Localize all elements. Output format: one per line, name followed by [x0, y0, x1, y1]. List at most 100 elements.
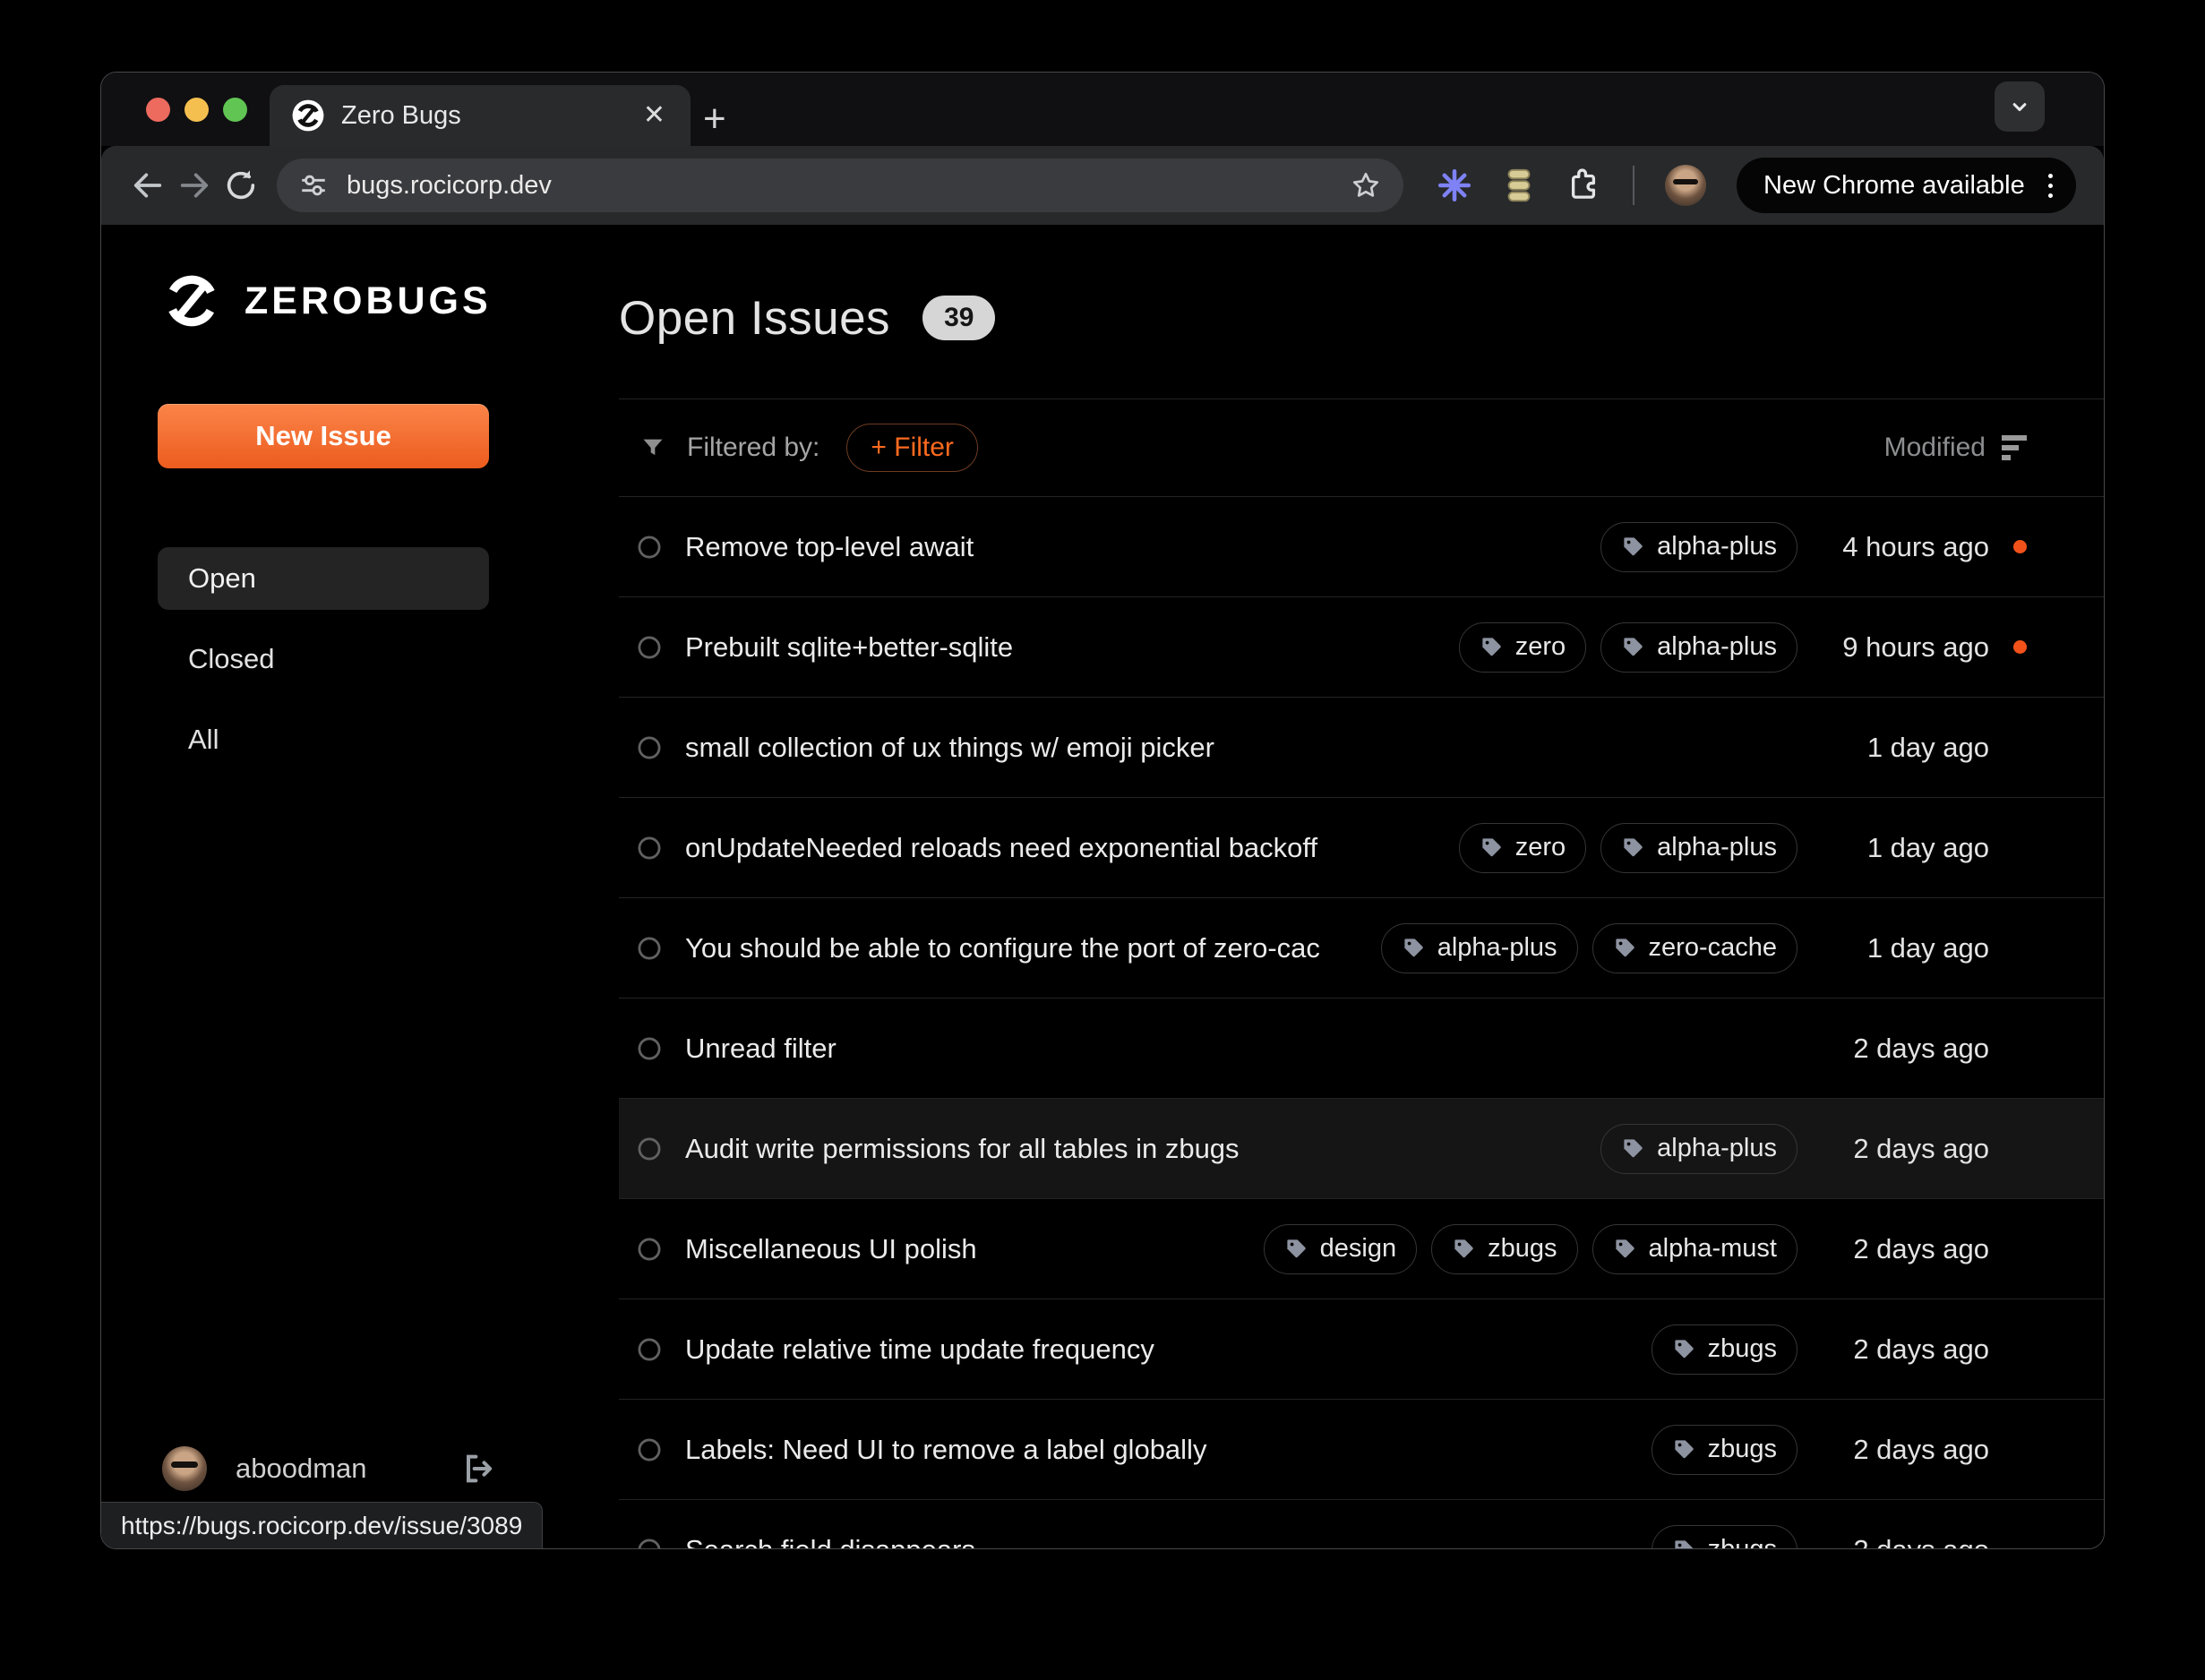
open-issue-status-icon[interactable]	[637, 1237, 662, 1262]
tag-icon	[1621, 1136, 1645, 1161]
back-button[interactable]	[124, 162, 171, 209]
issue-title[interactable]: Audit write permissions for all tables i…	[685, 1133, 1600, 1165]
open-issue-status-icon[interactable]	[637, 735, 662, 760]
issue-title[interactable]: You should be able to configure the port…	[685, 932, 1381, 964]
reload-button[interactable]	[218, 162, 264, 209]
label-pill[interactable]: zbugs	[1652, 1425, 1797, 1475]
forward-button[interactable]	[171, 162, 218, 209]
sort-label: Modified	[1884, 433, 1986, 463]
issue-title[interactable]: onUpdateNeeded reloads need exponential …	[685, 832, 1459, 864]
minimize-window-button[interactable]	[184, 98, 209, 122]
issue-row[interactable]: Miscellaneous UI polish design zbugs alp…	[619, 1199, 2104, 1299]
label-pill[interactable]: alpha-plus	[1600, 1124, 1797, 1174]
label-pill[interactable]: alpha-plus	[1600, 522, 1797, 572]
issue-row[interactable]: Unread filter 2 days ago	[619, 999, 2104, 1099]
open-issue-status-icon[interactable]	[637, 1538, 662, 1550]
issue-title[interactable]: Prebuilt sqlite+better-sqlite	[685, 631, 1459, 664]
label-pill[interactable]: zero-cache	[1592, 923, 1797, 973]
issue-labels: alpha-plus	[1600, 522, 1797, 572]
new-chrome-button[interactable]: New Chrome available	[1737, 158, 2076, 213]
issue-row[interactable]: Search field disappears zbugs 2 days ago	[619, 1500, 2104, 1549]
menu-kebab-icon[interactable]	[2041, 174, 2060, 198]
issue-title[interactable]: small collection of ux things w/ emoji p…	[685, 732, 1797, 764]
label-pill[interactable]: design	[1264, 1224, 1417, 1274]
issue-row[interactable]: Audit write permissions for all tables i…	[619, 1099, 2104, 1199]
issue-row[interactable]: onUpdateNeeded reloads need exponential …	[619, 798, 2104, 898]
user-row[interactable]: aboodman	[162, 1446, 495, 1491]
maximize-window-button[interactable]	[223, 98, 247, 122]
filtered-by-label: Filtered by:	[687, 433, 819, 463]
label-text: zero	[1515, 632, 1566, 662]
issue-title[interactable]: Remove top-level await	[685, 531, 1600, 563]
open-issue-status-icon[interactable]	[637, 1437, 662, 1462]
issue-title[interactable]: Unread filter	[685, 1033, 1797, 1065]
add-filter-button[interactable]: + Filter	[846, 424, 978, 472]
issue-row[interactable]: Remove top-level await alpha-plus 4 hour…	[619, 497, 2104, 597]
tag-icon	[1480, 635, 1504, 659]
sort-control[interactable]: Modified	[1884, 433, 2027, 463]
label-text: design	[1320, 1234, 1396, 1264]
close-tab-icon[interactable]: ✕	[639, 99, 669, 133]
tag-icon	[1613, 936, 1637, 960]
browser-toolbar: bugs.rocicorp.dev	[101, 146, 2104, 225]
extensions-puzzle-icon[interactable]	[1565, 167, 1602, 204]
issue-title[interactable]: Miscellaneous UI polish	[685, 1233, 1264, 1265]
open-issue-status-icon[interactable]	[637, 936, 662, 961]
issue-row[interactable]: Prebuilt sqlite+better-sqlite zero alpha…	[619, 597, 2104, 698]
tag-icon	[1672, 1337, 1696, 1361]
issue-title[interactable]: Update relative time update frequency	[685, 1333, 1652, 1366]
issue-row[interactable]: Update relative time update frequency zb…	[619, 1299, 2104, 1400]
label-pill[interactable]: alpha-must	[1592, 1224, 1797, 1274]
open-issue-status-icon[interactable]	[637, 1337, 662, 1362]
tag-icon	[1672, 1538, 1696, 1549]
close-window-button[interactable]	[146, 98, 170, 122]
label-pill[interactable]: alpha-plus	[1600, 622, 1797, 673]
new-issue-button[interactable]: New Issue	[158, 404, 489, 468]
open-issue-status-icon[interactable]	[637, 1036, 662, 1061]
issue-title[interactable]: Search field disappears	[685, 1534, 1652, 1550]
issue-row[interactable]: You should be able to configure the port…	[619, 898, 2104, 999]
tag-icon	[1402, 936, 1426, 960]
site-settings-icon[interactable]	[298, 170, 329, 201]
sidebar-item-all[interactable]: All	[158, 708, 489, 771]
new-tab-button[interactable]: +	[703, 99, 726, 139]
open-issue-status-icon[interactable]	[637, 1136, 662, 1161]
open-issue-status-icon[interactable]	[637, 635, 662, 660]
url-text[interactable]: bugs.rocicorp.dev	[347, 171, 1350, 201]
url-bar[interactable]: bugs.rocicorp.dev	[277, 159, 1403, 212]
extension-coins-icon[interactable]	[1504, 167, 1534, 204]
zerobugs-logo-icon	[162, 271, 221, 330]
username: aboodman	[236, 1453, 367, 1485]
label-pill[interactable]: zbugs	[1652, 1324, 1797, 1375]
issue-title[interactable]: Labels: Need UI to remove a label global…	[685, 1434, 1652, 1466]
sidebar-item-closed[interactable]: Closed	[158, 628, 489, 690]
tab-search-button[interactable]	[1995, 81, 2045, 132]
bookmark-star-icon[interactable]	[1350, 169, 1382, 201]
label-pill[interactable]: alpha-plus	[1600, 823, 1797, 873]
open-issue-status-icon[interactable]	[637, 535, 662, 560]
brand-name: ZEROBUGS	[245, 279, 492, 323]
tab-strip: Zero Bugs ✕ +	[101, 73, 2104, 146]
open-issue-status-icon[interactable]	[637, 836, 662, 861]
issue-row[interactable]: small collection of ux things w/ emoji p…	[619, 698, 2104, 798]
brand[interactable]: ZEROBUGS	[162, 271, 492, 330]
issue-modified-time: 1 day ago	[1830, 732, 1989, 764]
label-pill[interactable]: zbugs	[1431, 1224, 1577, 1274]
extension-asterisk-icon[interactable]	[1436, 167, 1473, 204]
issue-modified-time: 2 days ago	[1830, 1133, 1989, 1165]
profile-avatar[interactable]	[1665, 165, 1706, 206]
label-pill[interactable]: alpha-plus	[1381, 923, 1578, 973]
sidebar-item-open[interactable]: Open	[158, 547, 489, 610]
issue-row[interactable]: Labels: Need UI to remove a label global…	[619, 1400, 2104, 1500]
tag-icon	[1284, 1237, 1308, 1261]
label-pill[interactable]: zero	[1459, 622, 1586, 673]
tab-zero-bugs[interactable]: Zero Bugs ✕	[270, 85, 691, 146]
issue-labels: zbugs	[1652, 1525, 1797, 1550]
label-pill[interactable]: zbugs	[1652, 1525, 1797, 1550]
issue-modified-time: 4 hours ago	[1830, 531, 1989, 563]
label-text: zero-cache	[1649, 933, 1777, 963]
logout-icon[interactable]	[459, 1451, 495, 1487]
label-pill[interactable]: zero	[1459, 823, 1586, 873]
page-title: Open Issues	[619, 291, 890, 346]
issue-labels: zbugs	[1652, 1324, 1797, 1375]
